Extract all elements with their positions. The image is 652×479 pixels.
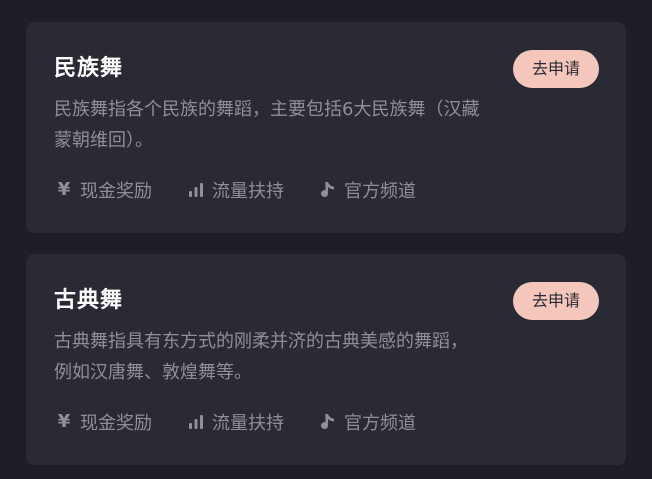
tag-traffic-support: 流量扶持 <box>186 177 284 203</box>
tag-cash-reward: ¥ 现金奖励 <box>54 409 152 435</box>
category-card-classical-dance[interactable]: 古典舞 去申请 古典舞指具有东方式的刚柔并济的古典美感的舞蹈，例如汉唐舞、敦煌舞… <box>26 254 626 465</box>
card-title: 民族舞 <box>54 56 124 81</box>
tag-label: 现金奖励 <box>80 413 152 434</box>
card-description: 古典舞指具有东方式的刚柔并济的古典美感的舞蹈，例如汉唐舞、敦煌舞等。 <box>54 331 468 383</box>
tag-label: 流量扶持 <box>212 181 284 202</box>
dance-category-list: 民族舞 去申请 民族舞指各个民族的舞蹈，主要包括6大民族舞（汉藏蒙朝维回）。 ¥… <box>0 0 652 479</box>
card-title: 古典舞 <box>54 288 124 313</box>
tag-official-channel: 官方频道 <box>318 409 416 435</box>
category-card-folk-dance[interactable]: 民族舞 去申请 民族舞指各个民族的舞蹈，主要包括6大民族舞（汉藏蒙朝维回）。 ¥… <box>26 22 626 233</box>
music-note-icon <box>318 411 338 433</box>
benefit-tags: ¥ 现金奖励 流量扶持 官方频道 <box>54 177 450 203</box>
tag-label: 流量扶持 <box>212 413 284 434</box>
tag-cash-reward: ¥ 现金奖励 <box>54 177 152 203</box>
tag-label: 官方频道 <box>344 413 416 434</box>
benefit-tags: ¥ 现金奖励 流量扶持 官方频道 <box>54 409 450 435</box>
apply-button[interactable]: 去申请 <box>513 282 599 320</box>
tag-label: 官方频道 <box>344 181 416 202</box>
bar-chart-icon <box>186 411 206 433</box>
card-description: 民族舞指各个民族的舞蹈，主要包括6大民族舞（汉藏蒙朝维回）。 <box>54 99 480 151</box>
tag-official-channel: 官方频道 <box>318 177 416 203</box>
yen-icon: ¥ <box>57 411 71 432</box>
bar-chart-icon <box>186 179 206 201</box>
apply-button[interactable]: 去申请 <box>513 50 599 88</box>
yen-icon: ¥ <box>57 179 71 200</box>
tag-traffic-support: 流量扶持 <box>186 409 284 435</box>
tag-label: 现金奖励 <box>80 181 152 202</box>
music-note-icon <box>318 179 338 201</box>
